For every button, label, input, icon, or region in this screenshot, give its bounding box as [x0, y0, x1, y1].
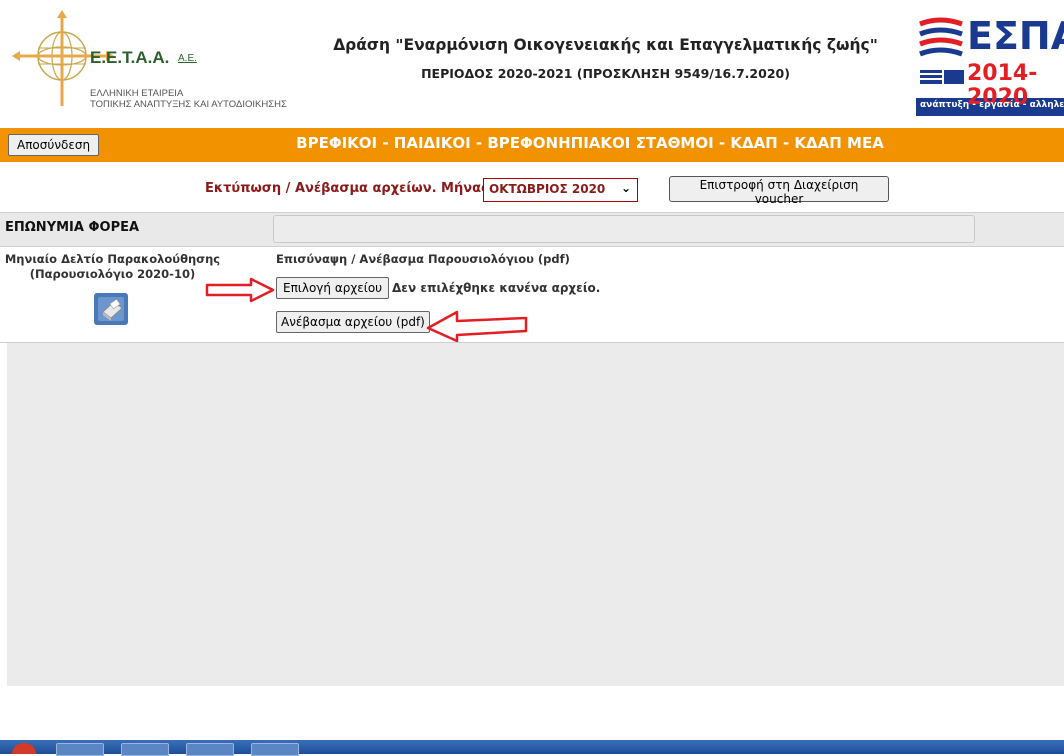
eetaa-logo-line1: ΕΛΛΗΝΙΚΗ ΕΤΑΙΡΕΙΑ	[90, 88, 184, 99]
monitoring-report-title-line2: (Παρουσιολόγιο 2020-10)	[29, 267, 196, 281]
month-select[interactable]: ΟΚΤΩΒΡΙΟΣ 2020 ⌄	[483, 178, 638, 202]
no-file-chosen-text: Δεν επιλέχθηκε κανένα αρχείο.	[392, 281, 601, 295]
choose-file-button[interactable]: Επιλογή αρχείου	[276, 277, 390, 299]
annotation-arrow-left-icon	[426, 310, 528, 343]
eu-flag-icon	[944, 70, 964, 84]
espa-logo-name: ΕΣΠΑ	[967, 14, 1064, 58]
greek-flag-icon	[920, 70, 942, 84]
voucher-return-button[interactable]: Επιστροφή στη Διαχείριση voucher	[669, 176, 889, 206]
chevron-down-icon: ⌄	[620, 181, 631, 195]
content-empty-area	[7, 343, 1064, 686]
eetaa-logo-name: E.E.T.A.A.	[90, 48, 170, 67]
page-subtitle: ΠΕΡΙΟΔΟΣ 2020-2021 (ΠΡΟΣΚΛΗΣΗ 9549/16.7.…	[421, 66, 790, 81]
page-title: Δράση "Εναρμόνιση Οικογενειακής και Επαγ…	[333, 36, 878, 54]
month-label: Εκτύπωση / Ανέβασμα αρχείων. Μήνας	[205, 181, 489, 196]
table-header-label: ΕΠΩΝΥΜΙΑ ΦΟΡΕΑ	[5, 220, 140, 235]
taskbar-app-powerpoint-icon[interactable]	[251, 743, 299, 756]
annotation-arrow-right-icon	[205, 277, 275, 303]
print-icon[interactable]	[94, 293, 128, 325]
taskbar-app-excel-icon[interactable]	[186, 743, 234, 756]
month-select-value: ΟΚΤΩΒΡΙΟΣ 2020	[489, 182, 606, 196]
taskbar-app-browser-icon[interactable]	[121, 743, 169, 756]
monitoring-report-title: Μηνιαίο Δελτίο Παρακολούθησης (Παρουσιολ…	[0, 252, 225, 282]
table-header-value	[273, 215, 975, 243]
eetaa-logo-line2: ΤΟΠΙΚΗΣ ΑΝΑΠΤΥΞΗΣ ΚΑΙ ΑΥΤΟΔΙΟΙΚΗΣΗΣ	[90, 99, 287, 110]
monitoring-report-title-line1: Μηνιαίο Δελτίο Παρακολούθησης	[4, 252, 221, 266]
logout-button[interactable]: Αποσύνδεση	[8, 134, 100, 156]
espa-logo: ΕΣΠΑ 2014-2020 ανάπτυξη - εργασία - αλλη…	[912, 10, 1064, 122]
espa-logo-tagline: ανάπτυξη - εργασία - αλληλεγγύη	[920, 100, 1064, 110]
eetaa-logo-suffix: A.E.	[178, 53, 197, 64]
nav-bar-title: ΒΡΕΦΙΚΟΙ - ΠΑΙΔΙΚΟΙ - ΒΡΕΦΟΝΗΠΙΑΚΟΙ ΣΤΑΘ…	[296, 134, 884, 152]
upload-title: Επισύναψη / Ανέβασμα Παρουσιολόγιου (pdf…	[276, 252, 570, 266]
upload-pdf-button[interactable]: Ανέβασμα αρχείου (pdf)	[276, 311, 430, 333]
eetaa-logo: E.E.T.A.A. A.E. ΕΛΛΗΝΙΚΗ ΕΤΑΙΡΕΙΑ ΤΟΠΙΚΗ…	[6, 8, 326, 113]
taskbar-app-outlook-icon[interactable]	[56, 743, 104, 756]
